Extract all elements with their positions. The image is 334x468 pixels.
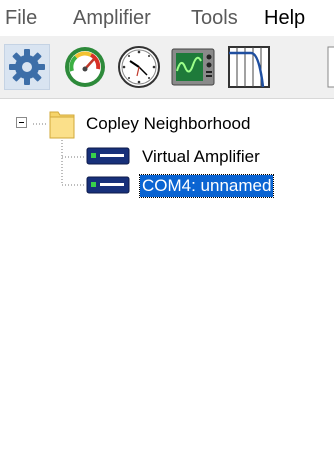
tree-root-label[interactable]: Copley Neighborhood	[86, 113, 250, 135]
control-panel-button[interactable]	[62, 44, 108, 90]
menu-help[interactable]: Help	[264, 5, 305, 31]
oscilloscope-icon	[171, 48, 215, 86]
collapse-toggle[interactable]	[16, 117, 27, 128]
toolbar	[0, 36, 334, 98]
menu-amplifier[interactable]: Amplifier	[73, 5, 151, 31]
amplifier-icon	[86, 147, 130, 165]
clock-icon	[118, 46, 160, 88]
settings-button[interactable]	[4, 44, 50, 90]
menu-file[interactable]: File	[5, 5, 37, 31]
scope-button[interactable]	[170, 44, 216, 90]
gauge-icon	[65, 47, 105, 87]
partial-icon	[327, 46, 334, 88]
amplifier-tree: Copley Neighborhood Virtual Amplifier CO…	[0, 99, 334, 468]
clock-button[interactable]	[116, 44, 162, 90]
gear-icon	[9, 49, 45, 85]
amplifier-icon	[86, 176, 130, 194]
folder-icon	[49, 111, 75, 139]
menu-tools[interactable]: Tools	[191, 5, 238, 31]
tree-item-com4-selected[interactable]: COM4: unnamed	[138, 174, 275, 198]
menu-bar: File Amplifier Tools Help	[0, 0, 334, 36]
filter-button[interactable]	[226, 44, 272, 90]
filter-response-icon	[228, 46, 270, 88]
tree-item-virtual-amplifier[interactable]: Virtual Amplifier	[142, 146, 260, 168]
more-toolbar-button[interactable]	[326, 44, 334, 90]
